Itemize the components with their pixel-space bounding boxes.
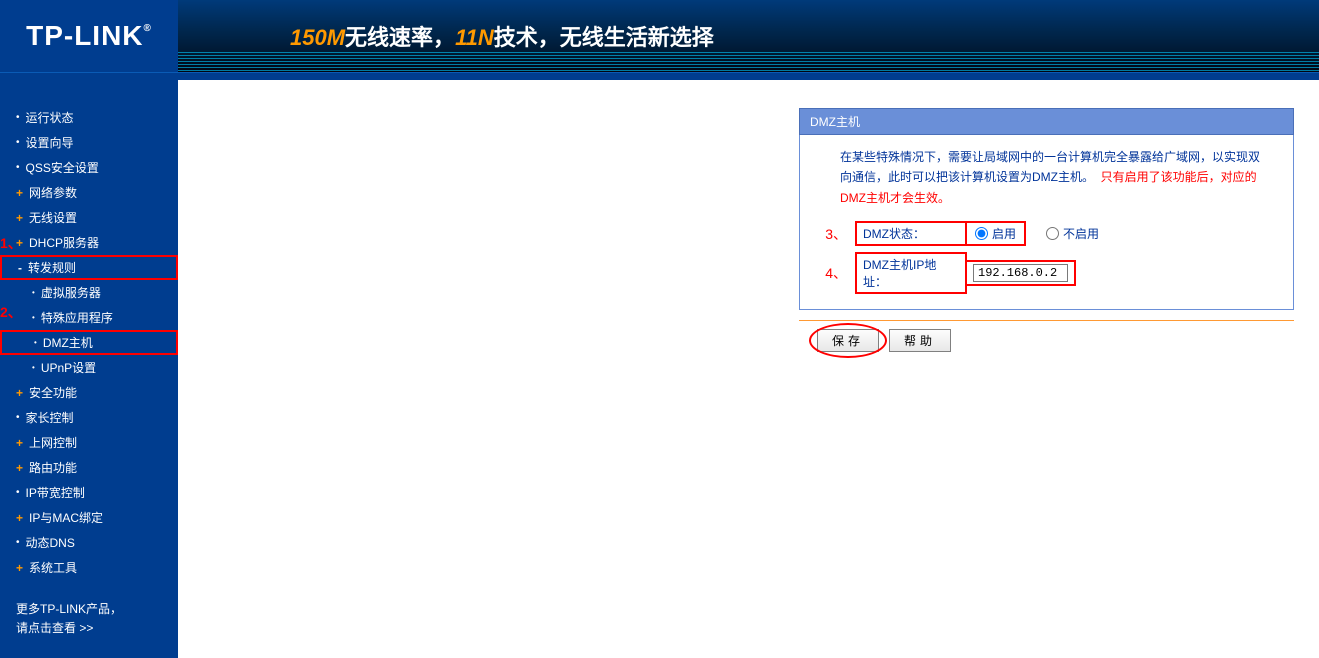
enable-label: 启用 [992, 225, 1016, 242]
help-button[interactable]: 帮助 [889, 329, 951, 352]
nav-bandwidth[interactable]: •IP带宽控制 [0, 480, 178, 505]
disable-radio-group: 不启用 [1038, 223, 1107, 244]
sidebar-promo-link[interactable]: 更多TP-LINK产品， 请点击查看 >> [0, 580, 178, 638]
logo-text: TP-LINK® [26, 20, 152, 52]
nav-ip-mac-binding[interactable]: +IP与MAC绑定 [0, 505, 178, 530]
header-bottom-bar [0, 72, 1319, 80]
nav-internet-control[interactable]: +上网控制 [0, 430, 178, 455]
nav-special-apps[interactable]: •特殊应用程序 [0, 305, 178, 330]
dmz-status-label: DMZ状态： [855, 221, 967, 246]
nav-qss-security[interactable]: •QSS安全设置 [0, 155, 178, 180]
nav-parental-control[interactable]: •家长控制 [0, 405, 178, 430]
nav-ddns[interactable]: •动态DNS [0, 530, 178, 555]
button-row: 保存 帮助 [799, 329, 1294, 352]
enable-radio[interactable] [975, 227, 988, 240]
logo-area: TP-LINK® [0, 0, 178, 72]
annotation-1: 1、 [0, 233, 22, 253]
nav-setup-wizard[interactable]: •设置向导 [0, 130, 178, 155]
annotation-4: 4、 [800, 263, 855, 283]
nav-dmz-host[interactable]: •DMZ主机 [0, 330, 178, 355]
banner-text2: 技术，无线生活新选择 [494, 25, 714, 50]
banner-speed: 150M [290, 25, 345, 50]
annotation-3: 3、 [800, 224, 855, 244]
nav-network-params[interactable]: +网络参数 [0, 180, 178, 205]
dmz-panel: DMZ主机 在某些特殊情况下，需要让局域网中的一台计算机完全暴露给广域网，以实现… [799, 108, 1294, 658]
dmz-ip-row: 4、 DMZ主机IP地址： [800, 249, 1293, 297]
panel-divider [799, 320, 1294, 321]
dmz-ip-label: DMZ主机IP地址： [855, 252, 967, 294]
nav-system-tools[interactable]: +系统工具 [0, 555, 178, 580]
nav-forwarding-rules[interactable]: -转发规则 [0, 255, 178, 280]
banner-text1: 无线速率， [345, 25, 455, 50]
disable-radio[interactable] [1046, 227, 1059, 240]
dmz-ip-input[interactable] [973, 264, 1068, 282]
disable-label: 不启用 [1063, 225, 1099, 242]
promo-line2: 请点击查看 >> [16, 619, 162, 638]
header: TP-LINK® 150M无线速率，11N技术，无线生活新选择 [0, 0, 1319, 72]
nav-dhcp[interactable]: +DHCP服务器 [0, 230, 178, 255]
enable-radio-group: 启用 [965, 221, 1026, 246]
nav-security[interactable]: +安全功能 [0, 380, 178, 405]
annotation-2: 2、 [0, 302, 22, 322]
panel-title: DMZ主机 [799, 108, 1294, 135]
nav-virtual-server[interactable]: •虚拟服务器 [0, 280, 178, 305]
nav-running-status[interactable]: •运行状态 [0, 105, 178, 130]
help-text: 在某些特殊情况下，需要让局域网中的一台计算机完全暴露给广域网，以实现双向通信，此… [800, 147, 1293, 218]
content-area: DMZ主机 在某些特殊情况下，需要让局域网中的一台计算机完全暴露给广域网，以实现… [178, 80, 1319, 658]
save-button[interactable]: 保存 [817, 329, 879, 352]
promo-line1: 更多TP-LINK产品， [16, 600, 162, 619]
banner-tech: 11N [455, 25, 494, 50]
nav-wireless[interactable]: +无线设置 [0, 205, 178, 230]
dmz-status-row: 3、 DMZ状态： 启用 不启用 [800, 218, 1293, 249]
banner-area: 150M无线速率，11N技术，无线生活新选择 [178, 0, 1319, 72]
sidebar: •运行状态 •设置向导 •QSS安全设置 +网络参数 +无线设置 +DHCP服务… [0, 80, 178, 658]
nav-upnp[interactable]: •UPnP设置 [0, 355, 178, 380]
nav-routing[interactable]: +路由功能 [0, 455, 178, 480]
